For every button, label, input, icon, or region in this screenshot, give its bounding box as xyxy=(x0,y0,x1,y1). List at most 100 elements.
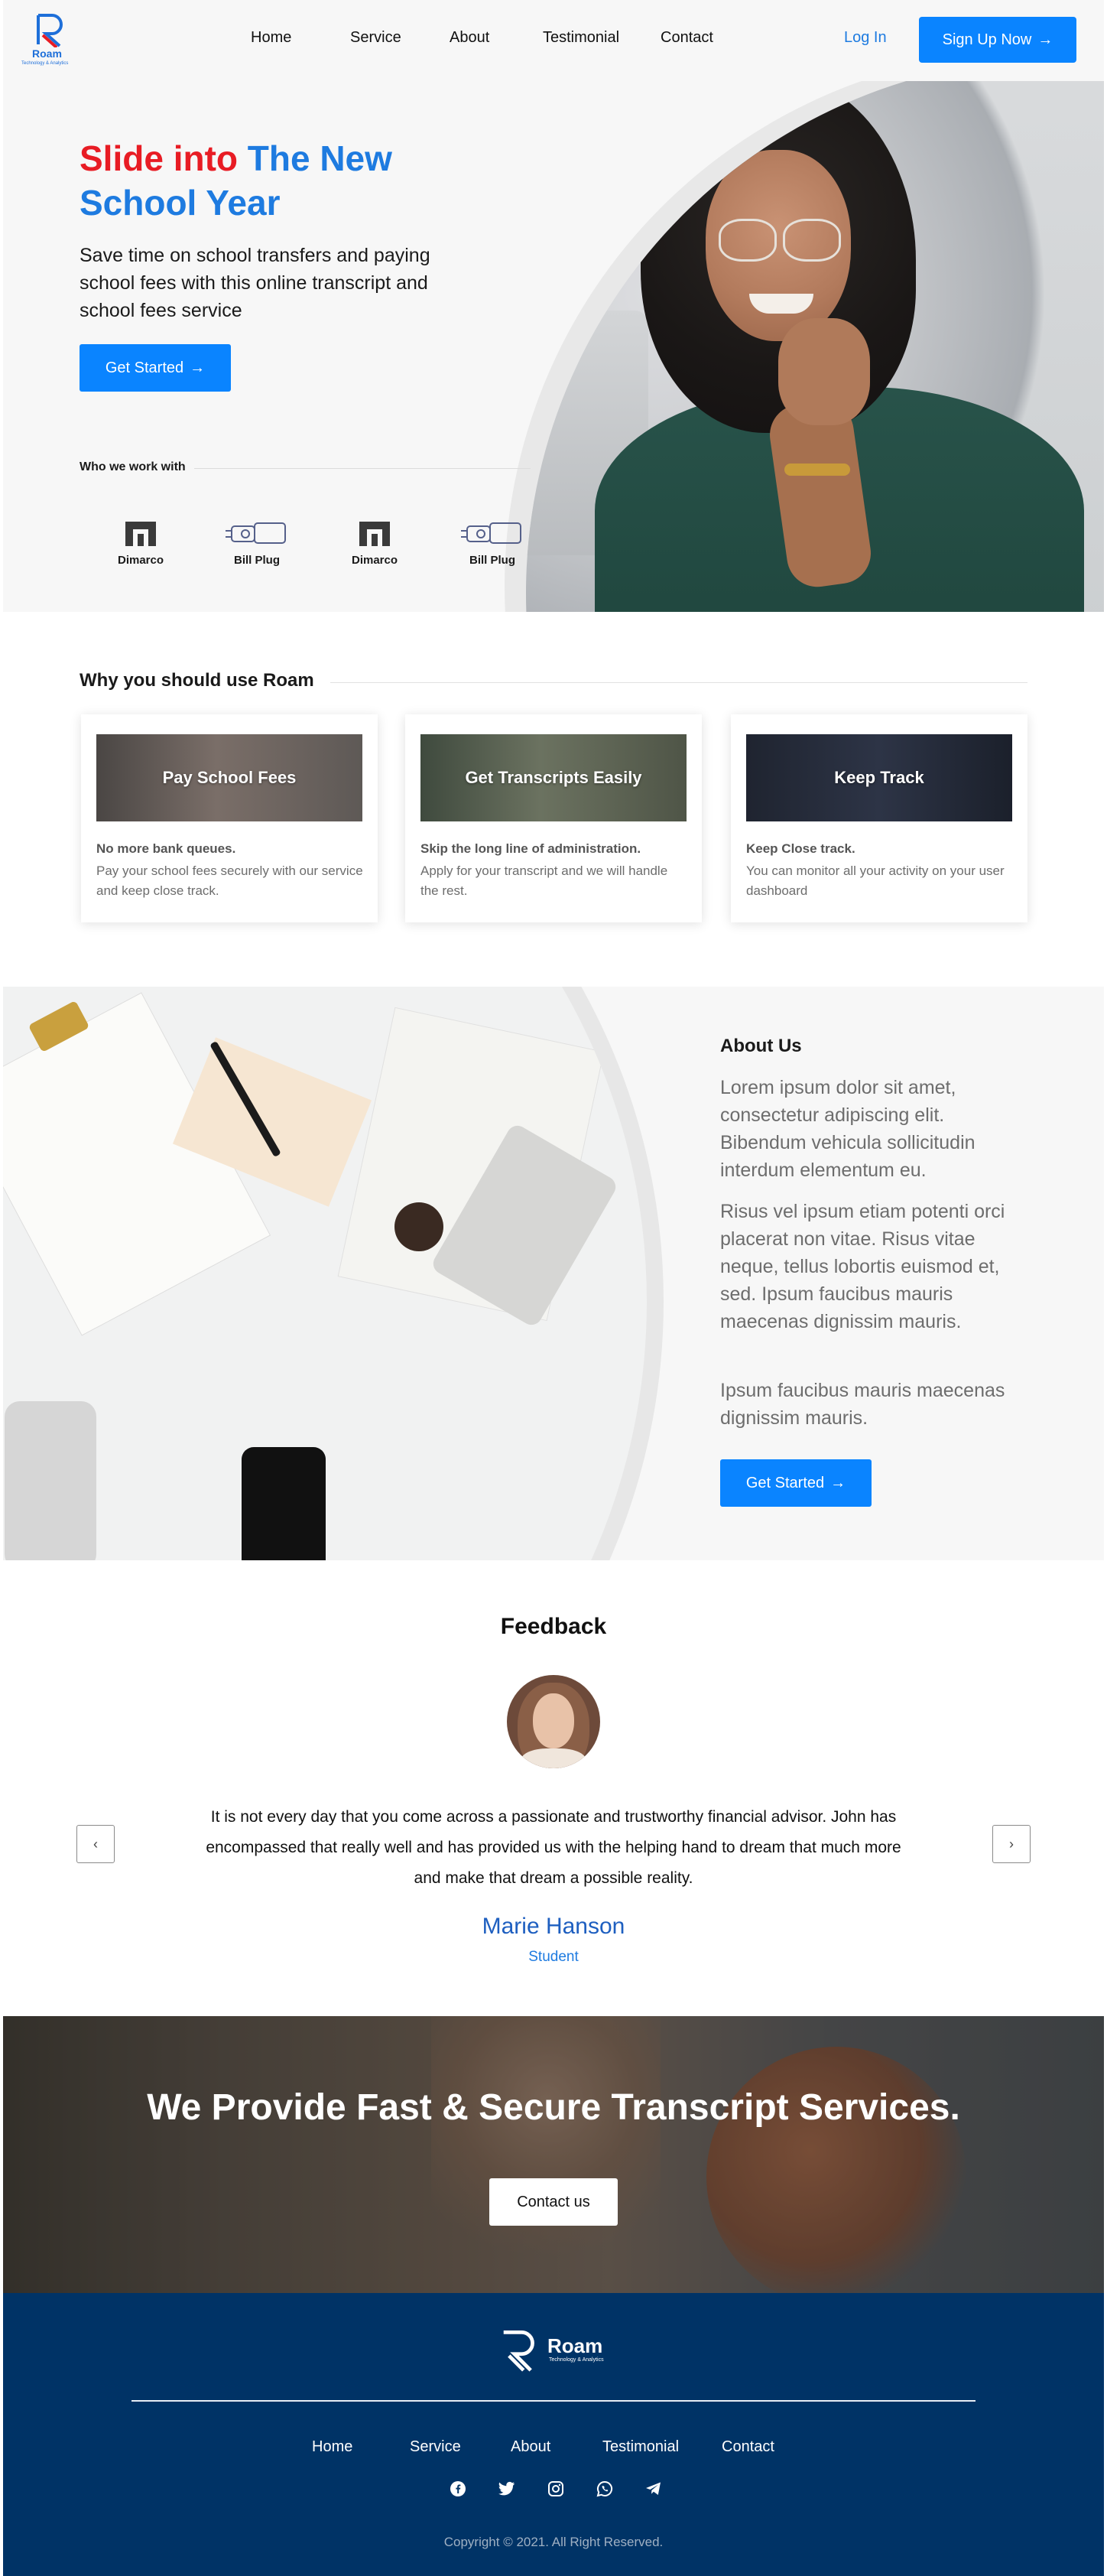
dimarco-logo-icon xyxy=(359,522,390,546)
partner-logo: Bill Plug xyxy=(219,519,295,567)
feature-card[interactable]: Keep Track Keep Close track. You can mon… xyxy=(731,714,1027,922)
top-nav: Roam Technology & Analytics Home Service… xyxy=(3,0,1104,81)
login-link[interactable]: Log In xyxy=(844,29,887,47)
hero-subtitle: Save time on school transfers and paying… xyxy=(80,245,430,321)
testimonial-quote: It is not every day that you come across… xyxy=(206,1808,901,1887)
nav-testimonial[interactable]: Testimonial xyxy=(543,29,619,47)
testimonial-name: Marie Hanson xyxy=(482,1914,625,1939)
about-image xyxy=(3,987,664,1560)
partner-name: Dimarco xyxy=(351,554,398,567)
footer-divider xyxy=(131,2400,976,2402)
whatsapp-icon[interactable] xyxy=(589,2474,620,2504)
signup-button[interactable]: Sign Up Now → xyxy=(919,17,1076,63)
twitter-icon[interactable] xyxy=(492,2474,522,2504)
card-heading: Keep Close track. xyxy=(746,841,855,856)
hand-shape xyxy=(778,318,870,425)
footer-link-home[interactable]: Home xyxy=(312,2438,352,2456)
avatar xyxy=(507,1675,600,1768)
hero-get-started-button[interactable]: Get Started → xyxy=(80,344,231,392)
card-image: Get Transcripts Easily xyxy=(420,734,687,821)
footer-link-service[interactable]: Service xyxy=(410,2438,461,2456)
about-get-started-button[interactable]: Get Started → xyxy=(720,1459,872,1507)
phone-shape xyxy=(242,1447,326,1560)
facebook-icon[interactable] xyxy=(443,2474,473,2504)
footer: Roam Technology & Analytics Home Service… xyxy=(3,2293,1104,2576)
dimarco-logo-icon xyxy=(125,522,156,546)
logo[interactable]: Roam Technology & Analytics xyxy=(21,14,83,67)
logo-tagline: Technology & Analytics xyxy=(21,61,69,66)
nav-home[interactable]: Home xyxy=(251,29,291,47)
partner-logo: Dimarco xyxy=(102,519,179,567)
arrow-right-icon: → xyxy=(190,359,206,376)
about-paragraph: Risus vel ipsum etiam potenti orci place… xyxy=(720,1201,1005,1332)
card-text: Apply for your transcript and we will ha… xyxy=(420,864,668,898)
bill-plug-logo-icon xyxy=(226,522,286,544)
partners-divider xyxy=(194,468,531,469)
feedback-section: Feedback It is not every day that you co… xyxy=(3,1560,1104,2016)
hero-section: Slide into The New School Year Save time… xyxy=(3,81,1104,612)
glasses-left xyxy=(719,219,777,262)
partners-label: Who we work with xyxy=(80,460,186,473)
roam-logo-icon[interactable] xyxy=(500,2328,540,2373)
card-image: Keep Track xyxy=(746,734,1012,821)
partner-name: Bill Plug xyxy=(469,554,515,567)
card-image: Pay School Fees xyxy=(96,734,362,821)
partner-logo: Bill Plug xyxy=(454,519,531,567)
signup-label: Sign Up Now xyxy=(942,31,1032,48)
cta-overlay xyxy=(3,2016,1104,2293)
smile-shape xyxy=(749,294,813,314)
hero-title-red: Slide into xyxy=(80,138,238,178)
about-title: About Us xyxy=(720,1036,802,1056)
card-image-label: Get Transcripts Easily xyxy=(465,768,642,787)
partner-name: Bill Plug xyxy=(234,554,280,567)
footer-logo-name: Roam xyxy=(547,2334,603,2357)
hero-cta-label: Get Started xyxy=(105,359,184,376)
hero-image xyxy=(526,81,1104,612)
laptop-shape xyxy=(5,1401,96,1560)
card-text: You can monitor all your activity on you… xyxy=(746,864,1005,898)
about-section: About Us Lorem ipsum dolor sit amet, con… xyxy=(3,987,1104,1560)
partner-name: Dimarco xyxy=(117,554,164,567)
footer-link-testimonial[interactable]: Testimonial xyxy=(602,2438,679,2456)
footer-logo-tagline: Technology & Analytics xyxy=(549,2357,604,2363)
telegram-icon[interactable] xyxy=(638,2474,669,2504)
contact-us-button[interactable]: Contact us xyxy=(489,2178,618,2226)
about-paragraph: Lorem ipsum dolor sit amet, consectetur … xyxy=(720,1077,976,1181)
about-cta-label: Get Started xyxy=(745,1474,825,1491)
instagram-icon[interactable] xyxy=(541,2474,571,2504)
card-text: Pay your school fees securely with our s… xyxy=(96,864,363,898)
arrow-right-icon: → xyxy=(1037,31,1053,48)
card-image-label: Keep Track xyxy=(834,768,924,787)
testimonial-role: Student xyxy=(528,1949,579,1965)
chevron-left-icon: ‹ xyxy=(93,1836,98,1852)
chevron-right-icon: › xyxy=(1009,1836,1014,1852)
nav-about[interactable]: About xyxy=(450,29,489,47)
feature-card[interactable]: Get Transcripts Easily Skip the long lin… xyxy=(405,714,702,922)
feedback-title: Feedback xyxy=(500,1614,607,1639)
roam-logo-icon xyxy=(37,14,63,47)
footer-link-contact[interactable]: Contact xyxy=(722,2438,774,2456)
card-heading: No more bank queues. xyxy=(96,841,236,856)
why-divider xyxy=(330,682,1027,683)
next-testimonial-button[interactable]: › xyxy=(992,1825,1031,1863)
avatar-face xyxy=(533,1693,574,1748)
bracelet-shape xyxy=(784,463,850,476)
feature-card[interactable]: Pay School Fees No more bank queues. Pay… xyxy=(81,714,378,922)
prev-testimonial-button[interactable]: ‹ xyxy=(76,1825,115,1863)
bill-plug-logo-icon xyxy=(461,522,521,544)
partner-logo: Dimarco xyxy=(336,519,413,567)
why-title: Why you should use Roam xyxy=(80,670,314,691)
card-heading: Skip the long line of administration. xyxy=(420,841,641,856)
nav-service[interactable]: Service xyxy=(350,29,401,47)
avatar-shirt xyxy=(521,1748,586,1768)
page: Roam Technology & Analytics Home Service… xyxy=(3,0,1104,2576)
copyright-text: Copyright © 2021. All Right Reserved. xyxy=(443,2535,664,2549)
logo-name: Roam xyxy=(32,47,62,60)
about-paragraph: Ipsum faucibus mauris maecenas dignissim… xyxy=(720,1380,1005,1429)
footer-link-about[interactable]: About xyxy=(511,2438,550,2456)
hero-title: Slide into The New School Year xyxy=(80,136,508,225)
glasses-right xyxy=(783,219,841,262)
arrow-right-icon: → xyxy=(830,1474,846,1491)
why-section: Why you should use Roam Pay School Fees … xyxy=(3,612,1104,987)
nav-contact[interactable]: Contact xyxy=(661,29,713,47)
